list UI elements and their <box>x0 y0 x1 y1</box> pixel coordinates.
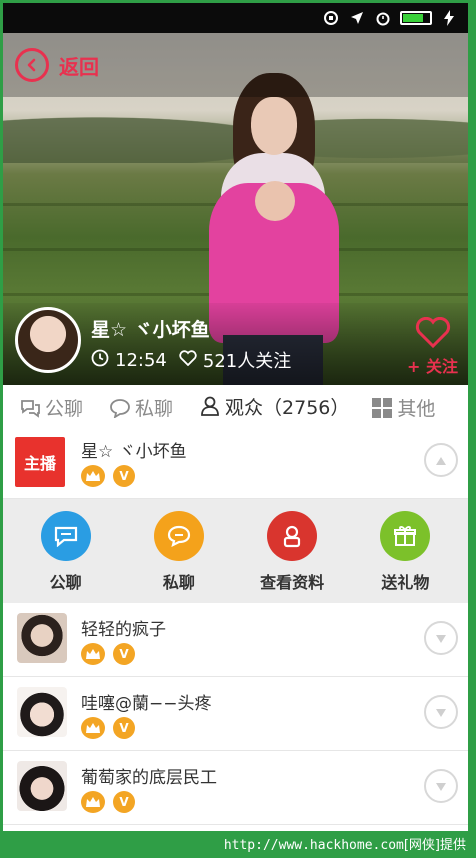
host-row[interactable]: 主播 星☆ ヾ小坏鱼 V <box>3 425 468 499</box>
audience-row[interactable]: 轻轻的疯子 V <box>3 603 468 677</box>
triangle-down-icon <box>435 703 447 722</box>
tab-public-chat[interactable]: 公聊 <box>19 385 83 430</box>
watermark-url: http://www.hackhome.com <box>223 838 404 853</box>
host-row-name: 星☆ ヾ小坏鱼 <box>81 442 187 462</box>
follow-label: + 关注 <box>407 357 458 376</box>
action-public-chat[interactable]: 公聊 <box>18 511 114 593</box>
tab-label: 私聊 <box>135 398 174 420</box>
crown-icon <box>81 791 105 813</box>
top-bar: 返回 <box>3 33 468 97</box>
alarm-icon <box>374 9 392 27</box>
location-icon <box>348 9 366 27</box>
grid-icon <box>371 397 393 419</box>
collapse-button[interactable] <box>424 443 458 477</box>
watermark-suffix: [网侠]提供 <box>403 838 466 853</box>
expand-button[interactable] <box>424 695 458 729</box>
tab-label: 观众（2756） <box>225 396 350 419</box>
audience-icon <box>199 395 221 417</box>
badges: V <box>81 717 135 739</box>
host-tag: 主播 <box>15 437 65 487</box>
tab-audience[interactable]: 观众（2756） <box>199 385 350 430</box>
crown-icon <box>81 643 105 665</box>
host-actions: 公聊 私聊 查看资料 送礼物 <box>3 499 468 603</box>
badges: V <box>81 465 135 487</box>
action-label: 公聊 <box>49 573 82 592</box>
crown-icon <box>81 465 105 487</box>
host-avatar[interactable] <box>15 307 81 373</box>
action-label: 送礼物 <box>381 573 430 592</box>
host-meta: 12:54 521人关注 <box>91 347 291 373</box>
crown-icon <box>81 717 105 739</box>
audience-row[interactable]: 哇噻@蘭−−头疼 V <box>3 677 468 751</box>
battery-icon <box>400 11 432 25</box>
action-view-profile[interactable]: 查看资料 <box>244 511 340 593</box>
host-info-bar: 星☆ ヾ小坏鱼 12:54 521人关注 + 关注 <box>3 303 468 385</box>
triangle-up-icon <box>435 451 447 470</box>
action-send-gift[interactable]: 送礼物 <box>357 511 453 593</box>
tab-private-chat[interactable]: 私聊 <box>109 385 173 430</box>
chevron-left-icon <box>15 48 49 82</box>
tab-label: 其他 <box>397 398 436 420</box>
public-chat-icon <box>40 511 91 561</box>
action-label: 查看资料 <box>260 573 325 592</box>
action-label: 私聊 <box>162 573 195 592</box>
back-label: 返回 <box>59 54 99 79</box>
chat-bubble-icon <box>109 397 131 419</box>
host-name: 星☆ ヾ小坏鱼 <box>91 319 210 341</box>
expand-button[interactable] <box>424 621 458 655</box>
heart-small-icon <box>179 349 197 371</box>
rotation-lock-icon <box>322 9 340 27</box>
badges: V <box>81 791 135 813</box>
triangle-down-icon <box>435 777 447 796</box>
vip-badge: V <box>113 717 135 739</box>
gift-icon <box>380 511 431 561</box>
vip-badge: V <box>113 465 135 487</box>
follow-button[interactable]: + 关注 <box>407 316 458 377</box>
clock-icon <box>91 349 109 372</box>
triangle-down-icon <box>435 629 447 648</box>
chat-bubbles-icon <box>19 397 41 419</box>
live-duration: 12:54 <box>115 349 167 371</box>
tab-label: 公聊 <box>45 398 84 420</box>
broadcast-cover-photo: 返回 星☆ ヾ小坏鱼 12:54 521人关注 + 关注 <box>3 33 468 385</box>
charging-icon <box>440 9 458 27</box>
back-button[interactable]: 返回 <box>15 48 99 82</box>
vip-badge: V <box>113 643 135 665</box>
watermark: http://www.hackhome.com[网侠]提供 <box>0 834 476 854</box>
audience-row[interactable]: 葡萄家的底层民工 V <box>3 751 468 825</box>
user-avatar <box>17 761 67 811</box>
user-avatar <box>17 687 67 737</box>
expand-button[interactable] <box>424 769 458 803</box>
heart-icon <box>415 316 451 353</box>
private-chat-icon <box>153 511 204 561</box>
action-private-chat[interactable]: 私聊 <box>131 511 227 593</box>
profile-icon <box>267 511 318 561</box>
follower-count: 521人关注 <box>202 351 292 372</box>
app-screen: 返回 星☆ ヾ小坏鱼 12:54 521人关注 + 关注 公聊 私聊 观众（27… <box>3 3 468 831</box>
user-avatar <box>17 613 67 663</box>
badges: V <box>81 643 135 665</box>
user-name: 哇噻@蘭−−头疼 <box>81 694 212 714</box>
vip-badge: V <box>113 791 135 813</box>
user-name: 葡萄家的底层民工 <box>81 768 217 788</box>
status-bar <box>3 3 468 33</box>
user-name: 轻轻的疯子 <box>81 620 166 640</box>
tab-other[interactable]: 其他 <box>371 385 435 430</box>
